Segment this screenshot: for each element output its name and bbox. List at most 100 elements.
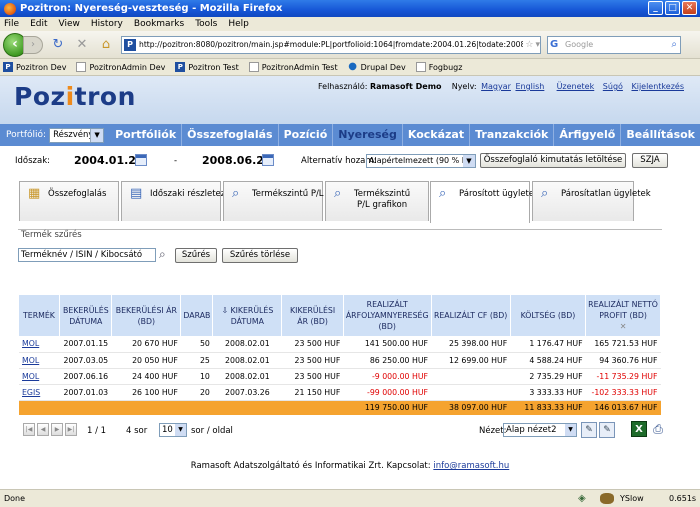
minimize-button[interactable]: _ (648, 1, 663, 15)
excel-export-icon[interactable]: X (631, 421, 647, 437)
tab-unpaired-trades[interactable]: ⌕ Párosítatlan ügyletek (532, 181, 651, 221)
app-header: Pozitron Felhasználó: Ramasoft Demo Nyel… (0, 76, 700, 124)
calendar-icon: ▤ (130, 186, 143, 201)
nav-osszefoglalas[interactable]: Összefoglalás (181, 124, 277, 146)
portfolio-select[interactable]: Részvény ▼ (49, 127, 105, 143)
menu-file[interactable]: File (4, 19, 19, 29)
nav-kockazat[interactable]: Kockázat (401, 124, 469, 146)
tab-summary[interactable]: ▦ Összefoglalás (19, 181, 119, 221)
url-bar[interactable]: P http://pozitron:8080/pozitron/main.jsp… (121, 35, 541, 54)
bookmark-pozitron-test[interactable]: P Pozitron Test (175, 62, 239, 72)
table-row: MOL 2007.06.16 24 400 HUF 10 2008.02.01 … (19, 368, 661, 385)
close-icon[interactable]: ✕ (620, 322, 627, 331)
next-page-icon[interactable]: ▶ (51, 423, 63, 436)
tab-paired-trades[interactable]: ⌕ Párosított ügyletek (430, 181, 539, 223)
forward-button[interactable]: › (23, 35, 43, 54)
col-qty[interactable]: DARAB (180, 295, 214, 336)
menu-edit[interactable]: Edit (30, 19, 47, 29)
last-page-icon[interactable]: ▶| (65, 423, 77, 436)
magnifier-icon: ⌕ (232, 186, 240, 201)
save-view-icon[interactable]: ✎ (599, 422, 615, 438)
chevron-down-icon[interactable]: ▼ (175, 424, 186, 436)
magnifier-icon: ⌕ (334, 186, 342, 201)
print-icon[interactable]: ⎙ (650, 421, 666, 437)
chevron-down-icon[interactable]: ▼ (565, 424, 576, 436)
bookmark-drupal-dev[interactable]: ● Drupal Dev (348, 62, 405, 72)
col-realized-gain[interactable]: REALIZÁLT ÁRFOLYAMNYERESÉG (BD) (343, 295, 432, 336)
per-page-select[interactable]: 10 ▼ (159, 423, 187, 437)
first-page-icon[interactable]: |◀ (23, 423, 35, 436)
prev-page-icon[interactable]: ◀ (37, 423, 49, 436)
view-select[interactable]: Alap nézet2 ▼ (503, 423, 577, 437)
calendar-icon[interactable] (135, 154, 147, 166)
product-link[interactable]: MOL (22, 372, 39, 381)
chevron-down-icon[interactable]: ▼ (90, 128, 104, 142)
stop-icon[interactable]: ✕ (73, 36, 91, 54)
search-icon[interactable]: ⌕ (159, 247, 166, 262)
search-bar[interactable]: G Google ⌕ (547, 35, 681, 54)
bookmark-pozitronadmin-test[interactable]: PozitronAdmin Test (248, 62, 338, 72)
url-dropdown-icon[interactable]: ▾ (535, 40, 540, 50)
lang-magyar-link[interactable]: Magyar (481, 82, 511, 91)
bookmark-pozitron-dev[interactable]: P Pozitron Dev (3, 62, 66, 72)
edit-view-icon[interactable]: ✎ (581, 422, 597, 438)
col-product[interactable]: TERMÉK (19, 295, 61, 336)
search-input[interactable]: Google (565, 40, 593, 49)
col-buy-date[interactable]: BEKERÜLÉS DÁTUMA (59, 295, 113, 336)
col-realized-cf[interactable]: REALIZÁLT CF (BD) (431, 295, 511, 336)
bookmark-pozitronadmin-dev[interactable]: PozitronAdmin Dev (76, 62, 165, 72)
filter-button[interactable]: Szűrés (175, 248, 217, 263)
paired-trades-table: TERMÉK BEKERÜLÉS DÁTUMA BEKERÜLÉSI ÁR (B… (19, 295, 661, 415)
bookmark-star-icon[interactable]: ☆ (525, 40, 533, 50)
chevron-down-icon[interactable]: ▼ (463, 155, 475, 167)
messages-link[interactable]: Üzenetek (557, 82, 595, 91)
logout-link[interactable]: Kijelentkezés (631, 82, 684, 91)
nav-portfoliok[interactable]: Portfóliók (110, 124, 181, 146)
pozitron-logo[interactable]: Pozitron (14, 82, 136, 111)
col-buy-price[interactable]: BEKERÜLÉSI ÁR (BD) (111, 295, 182, 336)
tab-product-pl-chart[interactable]: ⌕ Termékszintű P/L grafikon (325, 181, 429, 221)
product-link[interactable]: EGIS (22, 388, 40, 397)
menu-help[interactable]: Help (228, 19, 249, 29)
nav-tranzakciok[interactable]: Tranzakciók (469, 124, 553, 146)
home-icon[interactable]: ⌂ (97, 36, 115, 54)
chart-icon: ▦ (28, 186, 41, 201)
nav-nyereseg[interactable]: Nyereség (332, 124, 402, 146)
alt-yield-select[interactable]: Alapértelmezett (90 % B ▼ (366, 154, 476, 168)
tab-period-detail[interactable]: ▤ Időszaki részletezés (121, 181, 235, 221)
search-icon[interactable]: ⌕ (671, 39, 677, 50)
calendar-icon[interactable] (262, 154, 274, 166)
google-icon[interactable]: G (550, 39, 562, 51)
szja-button[interactable]: SZJA (632, 153, 668, 168)
col-cost[interactable]: KÖLTSÉG (BD) (510, 295, 587, 336)
window-titlebar: Pozitron: Nyereség-veszteség - Mozilla F… (0, 0, 700, 17)
clear-filter-button[interactable]: Szűrés törlése (222, 248, 298, 263)
col-net-profit[interactable]: REALIZÁLT NETTÓ PROFIT (BD) ✕ (585, 295, 661, 336)
menu-tools[interactable]: Tools (195, 19, 217, 29)
menu-view[interactable]: View (59, 19, 80, 29)
bookmark-fogbugz[interactable]: Fogbugz (415, 62, 462, 72)
nav-beallitasok[interactable]: Beállítások (620, 124, 700, 146)
menu-bookmarks[interactable]: Bookmarks (134, 19, 184, 29)
tab-product-pl[interactable]: ⌕ Termékszintű P/L (223, 181, 324, 221)
filter-input[interactable]: Terméknév / ISIN / Kibocsátó (18, 248, 156, 262)
product-link[interactable]: MOL (22, 339, 39, 348)
download-summary-button[interactable]: Összefoglaló kimutatás letöltése (480, 153, 626, 168)
page-indicator: 1 / 1 (87, 426, 107, 436)
pozitron-icon: P (3, 62, 13, 72)
product-link[interactable]: MOL (22, 356, 39, 365)
yslow-icon[interactable] (600, 493, 614, 504)
help-link[interactable]: Súgó (603, 82, 623, 91)
maximize-button[interactable]: □ (665, 1, 680, 15)
nav-pozicio[interactable]: Pozíció (277, 124, 333, 146)
menu-history[interactable]: History (91, 19, 123, 29)
nav-arfigyelo[interactable]: Árfigyelő (553, 124, 620, 146)
lang-english-link[interactable]: English (515, 82, 544, 91)
contact-email-link[interactable]: info@ramasoft.hu (433, 461, 509, 471)
reload-icon[interactable]: ↻ (49, 36, 67, 54)
col-sell-date[interactable]: ⇩ KIKERÜLÉS DÁTUMA (212, 295, 283, 336)
col-sell-price[interactable]: KIKERÜLÉSI ÁR (BD) (281, 295, 344, 336)
from-date[interactable]: 2004.01.26 (74, 154, 144, 167)
yslow-label[interactable]: YSlow (620, 494, 644, 503)
close-button[interactable]: ✕ (682, 1, 697, 15)
